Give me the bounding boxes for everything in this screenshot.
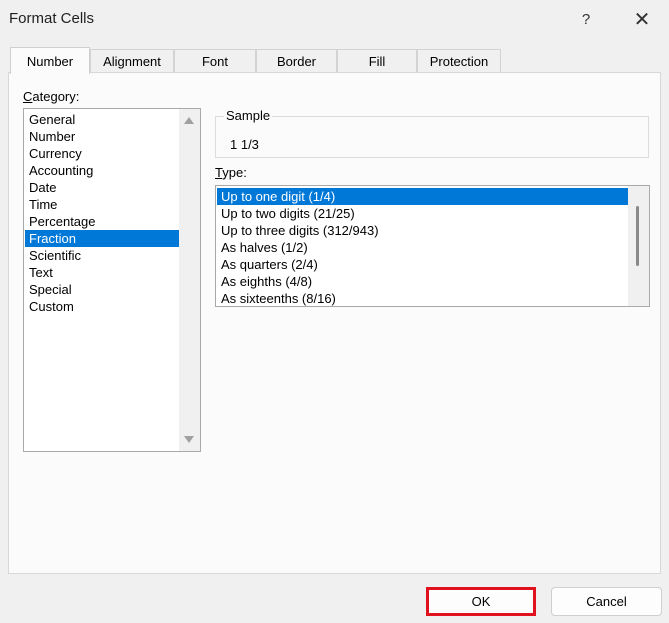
tab-panel-number: Category: General Number Currency Accoun…: [8, 72, 661, 574]
ok-button[interactable]: OK: [426, 587, 536, 616]
tab-protection[interactable]: Protection: [417, 49, 501, 73]
category-scrollbar[interactable]: [179, 109, 200, 451]
tab-font[interactable]: Font: [174, 49, 256, 73]
scroll-down-icon[interactable]: [184, 436, 194, 443]
category-list[interactable]: General Number Currency Accounting Date …: [23, 108, 201, 452]
tab-number[interactable]: Number: [10, 47, 90, 74]
category-item-date[interactable]: Date: [25, 179, 179, 196]
type-item-three-digits[interactable]: Up to three digits (312/943): [217, 222, 628, 239]
category-item-text[interactable]: Text: [25, 264, 179, 281]
category-item-scientific[interactable]: Scientific: [25, 247, 179, 264]
scroll-thumb[interactable]: [636, 206, 639, 266]
type-scrollbar[interactable]: [628, 186, 649, 306]
type-item-sixteenths[interactable]: As sixteenths (8/16): [217, 290, 628, 306]
scroll-up-icon[interactable]: [184, 117, 194, 124]
tab-alignment[interactable]: Alignment: [90, 49, 174, 73]
sample-group: Sample 1 1/3: [215, 108, 649, 158]
category-item-general[interactable]: General: [25, 111, 179, 128]
title-bar: Format Cells ? ✕: [0, 0, 669, 38]
type-list[interactable]: Up to one digit (1/4) Up to two digits (…: [215, 185, 650, 307]
type-item-one-digit[interactable]: Up to one digit (1/4): [217, 188, 628, 205]
category-item-percentage[interactable]: Percentage: [25, 213, 179, 230]
type-label: Type:: [215, 165, 247, 180]
tab-border[interactable]: Border: [256, 49, 337, 73]
tab-fill[interactable]: Fill: [337, 49, 417, 73]
sample-value: 1 1/3: [230, 137, 259, 152]
category-item-number[interactable]: Number: [25, 128, 179, 145]
type-item-quarters[interactable]: As quarters (2/4): [217, 256, 628, 273]
help-button[interactable]: ?: [566, 4, 606, 34]
close-button[interactable]: ✕: [622, 4, 662, 34]
category-item-currency[interactable]: Currency: [25, 145, 179, 162]
type-item-eighths[interactable]: As eighths (4/8): [217, 273, 628, 290]
sample-label: Sample: [224, 108, 273, 123]
category-item-special[interactable]: Special: [25, 281, 179, 298]
category-item-accounting[interactable]: Accounting: [25, 162, 179, 179]
cancel-button[interactable]: Cancel: [551, 587, 662, 616]
help-icon: ?: [581, 10, 591, 28]
dialog-title: Format Cells: [9, 10, 95, 27]
type-item-two-digits[interactable]: Up to two digits (21/25): [217, 205, 628, 222]
category-item-time[interactable]: Time: [25, 196, 179, 213]
category-item-fraction[interactable]: Fraction: [25, 230, 179, 247]
type-item-halves[interactable]: As halves (1/2): [217, 239, 628, 256]
category-item-custom[interactable]: Custom: [25, 298, 179, 315]
category-label: Category:: [23, 89, 80, 104]
close-icon: ✕: [633, 8, 651, 31]
